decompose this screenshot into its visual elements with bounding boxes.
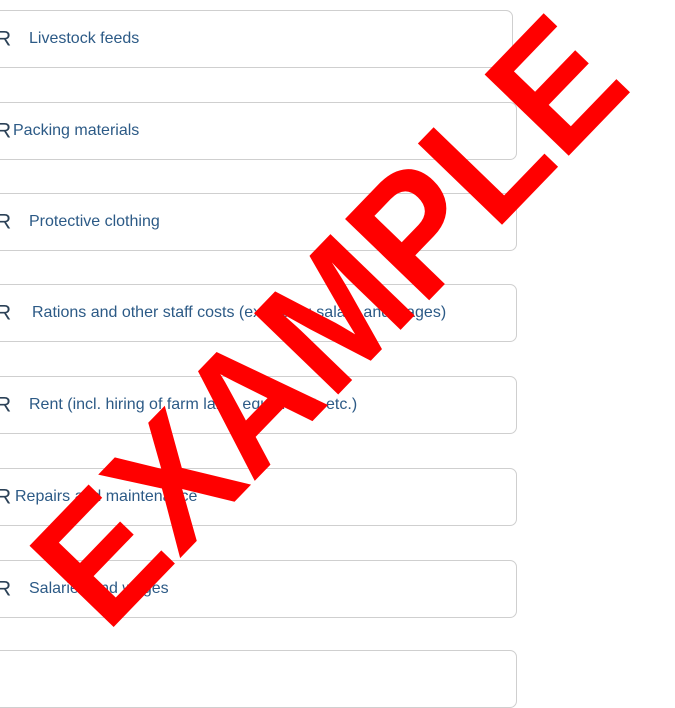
field-label: Salaries and wages xyxy=(29,580,169,597)
expense-input-next[interactable] xyxy=(0,650,517,708)
currency-prefix: R xyxy=(0,210,12,234)
expense-input-protective-clothing[interactable]: R Protective clothing xyxy=(0,193,517,251)
field-label: Rations and other staff costs (excluding… xyxy=(32,304,447,321)
currency-prefix: R xyxy=(0,27,12,51)
currency-prefix: R xyxy=(0,119,12,143)
currency-prefix: R xyxy=(0,485,12,509)
field-label: Protective clothing xyxy=(29,213,160,230)
field-label: Rent (incl. hiring of farm land, equipme… xyxy=(29,396,358,413)
expense-input-salaries-wages[interactable]: R Salaries and wages xyxy=(0,560,517,618)
field-label: Livestock feeds xyxy=(29,30,140,47)
expense-input-rent[interactable]: R Rent (incl. hiring of farm land, equip… xyxy=(0,376,517,434)
expense-input-rations-staff-costs[interactable]: R Rations and other staff costs (excludi… xyxy=(0,284,517,342)
currency-prefix: R xyxy=(0,577,12,601)
field-label: Repairs and maintenance xyxy=(15,488,198,505)
currency-prefix: R xyxy=(0,301,12,325)
expense-input-packing-materials[interactable]: R Packing materials xyxy=(0,102,517,160)
expense-input-livestock-feeds[interactable]: R Livestock feeds xyxy=(0,10,513,68)
expense-input-repairs-maintenance[interactable]: R Repairs and maintenance xyxy=(0,468,517,526)
currency-prefix: R xyxy=(0,393,12,417)
field-label: Packing materials xyxy=(13,122,140,139)
